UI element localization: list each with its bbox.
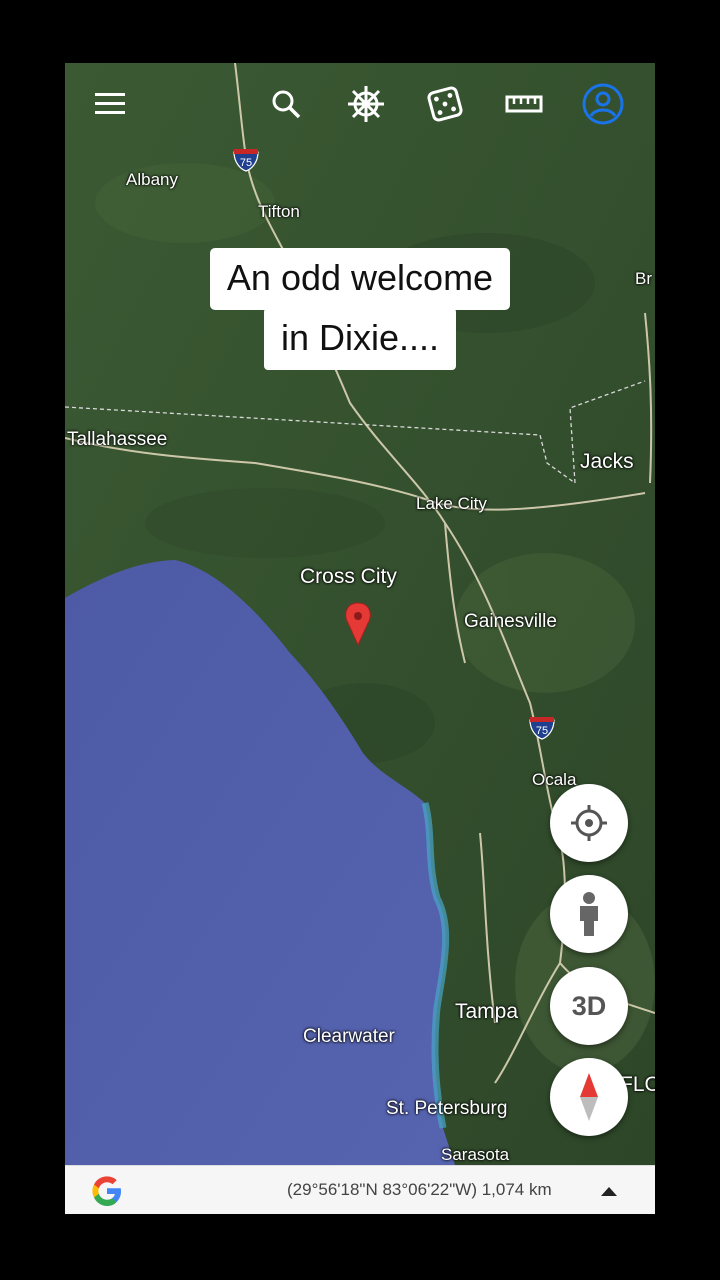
svg-text:75: 75 — [536, 725, 548, 737]
compass-button[interactable] — [550, 1058, 628, 1136]
label-ocala: Ocala — [532, 770, 577, 789]
my-location-button[interactable] — [550, 784, 628, 862]
pegman-icon — [580, 892, 598, 936]
earth-app-screen: 75 75 Albany Tifton Tallahassee Jacks Br… — [65, 63, 655, 1214]
label-st-petersburg: St. Petersburg — [386, 1098, 508, 1119]
label-tampa: Tampa — [455, 1000, 519, 1023]
svg-text:75: 75 — [240, 157, 252, 169]
account-icon — [582, 83, 624, 125]
search-icon — [272, 90, 301, 119]
voyager-wheel-icon — [348, 86, 384, 122]
label-gainesville: Gainesville — [464, 611, 557, 632]
label-brunswick: Br — [635, 269, 652, 288]
google-g-icon — [92, 1176, 121, 1206]
feeling-lucky-button[interactable] — [422, 81, 468, 127]
menu-button[interactable] — [87, 81, 133, 127]
voyager-button[interactable] — [343, 81, 389, 127]
coordinates-readout: (29°56'18"N 83°06'22"W) 1,074 km — [287, 1180, 552, 1199]
label-jacksonville: Jacks — [580, 450, 634, 473]
label-sarasota: Sarasota — [441, 1145, 510, 1164]
dice-icon — [427, 86, 463, 122]
interstate-75-shield: 75 — [233, 149, 259, 172]
menu-icon — [95, 93, 125, 114]
my-location-icon — [571, 805, 607, 841]
toggle-3d-button[interactable]: 3D — [550, 967, 628, 1045]
top-toolbar — [65, 63, 655, 143]
expand-arrow-icon[interactable] — [597, 1180, 621, 1202]
label-tallahassee: Tallahassee — [67, 429, 168, 450]
label-tifton: Tifton — [258, 202, 300, 221]
label-lake-city: Lake City — [416, 494, 487, 513]
label-cross-city: Cross City — [300, 565, 397, 588]
search-button[interactable] — [263, 81, 309, 127]
interstate-75-shield-south: 75 — [529, 717, 555, 740]
ruler-icon — [505, 95, 543, 113]
label-albany: Albany — [126, 170, 178, 189]
account-button[interactable] — [580, 81, 626, 127]
status-bar: (29°56'18"N 83°06'22"W) 1,074 km — [65, 1165, 655, 1214]
street-view-button[interactable] — [550, 875, 628, 953]
measure-button[interactable] — [501, 81, 547, 127]
compass-icon — [580, 1073, 598, 1121]
label-clearwater: Clearwater — [303, 1026, 395, 1047]
